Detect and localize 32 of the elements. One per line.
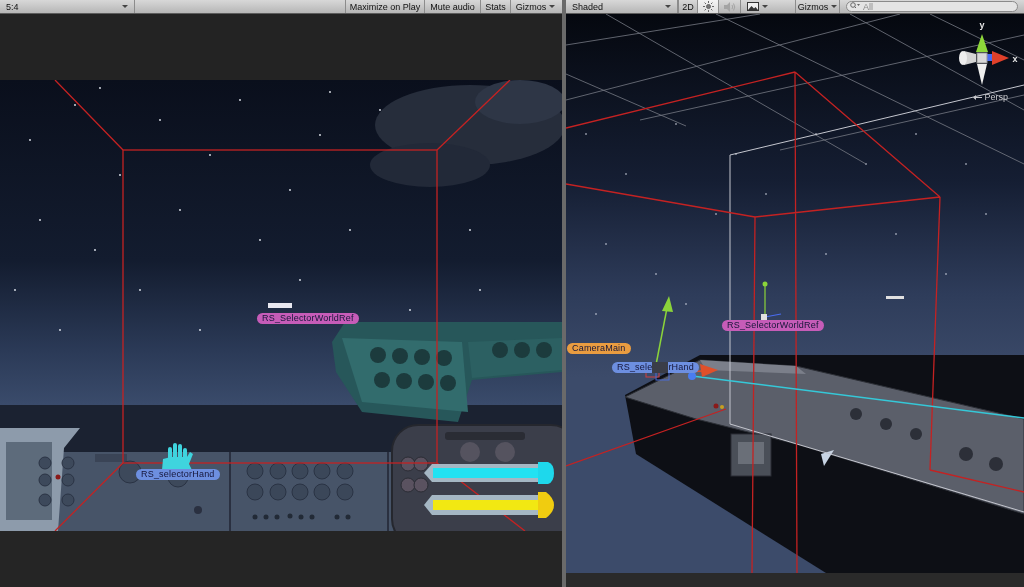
- hand-icon: [162, 443, 193, 470]
- projection-label[interactable]: Persp: [984, 92, 1008, 102]
- caret-icon: [831, 5, 838, 8]
- dropdown-button[interactable]: Gizmos: [795, 0, 840, 13]
- toolbar-button[interactable]: Mute audio: [424, 0, 480, 13]
- dropdown-button[interactable]: Gizmos: [510, 0, 560, 13]
- speaker-icon: [723, 1, 736, 12]
- object-label: RS_SelectorWorldRef: [257, 313, 359, 324]
- caret-icon: [122, 5, 128, 8]
- marker-icon: [886, 296, 904, 299]
- toolbar-button[interactable]: Stats: [480, 0, 510, 13]
- label-text: rHand: [668, 362, 694, 373]
- model-part-drawing: [652, 362, 669, 373]
- shading-dropdown[interactable]: Shaded: [566, 0, 678, 13]
- orientation-gizmo[interactable]: [959, 34, 1009, 85]
- search-field[interactable]: All: [846, 1, 1018, 12]
- marker-icon: [268, 303, 292, 308]
- axis-label: y: [979, 20, 985, 30]
- aspect-dropdown[interactable]: 5:4: [0, 0, 135, 13]
- caret-icon: [665, 5, 671, 8]
- transform-gizmo[interactable]: [761, 281, 782, 320]
- toolbar-button[interactable]: Maximize on Play: [345, 0, 424, 13]
- image-icon: [746, 2, 759, 11]
- object-label: RS_SelectorWorldRef: [722, 320, 824, 331]
- label-text: RS_sele: [617, 362, 653, 373]
- toolbar-toggle[interactable]: [697, 0, 718, 13]
- caret-icon: [761, 5, 768, 8]
- object-label: RS_selectorHand: [136, 469, 220, 480]
- caret-icon: [549, 5, 556, 8]
- object-label: CameraMain: [567, 343, 631, 354]
- axis-label: x: [1012, 54, 1018, 64]
- back-arrow-icon: [973, 94, 983, 100]
